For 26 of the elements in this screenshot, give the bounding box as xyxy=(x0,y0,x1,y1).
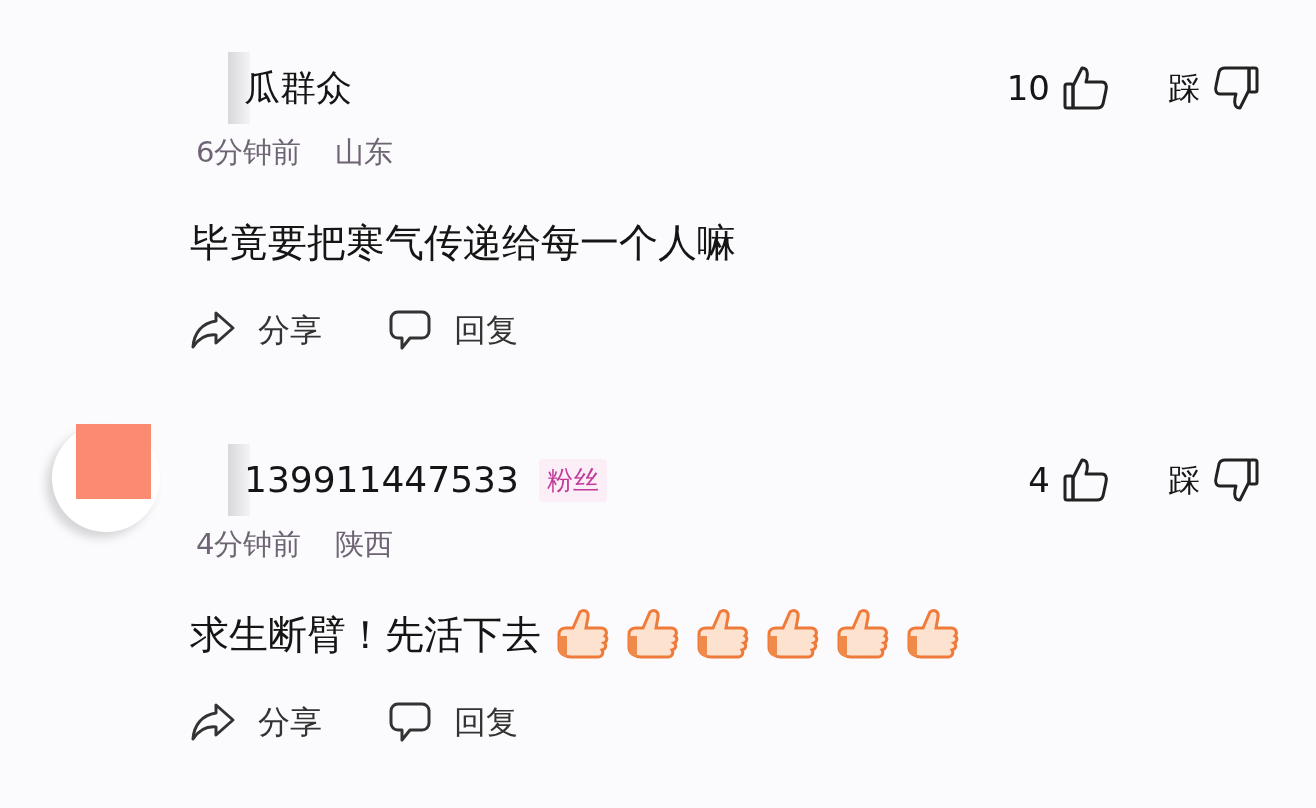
reply-button[interactable]: 回复 xyxy=(388,306,518,354)
username[interactable]: 139911447533 xyxy=(244,453,519,507)
thumbs-up-icon[interactable] xyxy=(1062,64,1110,112)
redaction-block xyxy=(228,444,250,516)
username[interactable]: 瓜群众 xyxy=(244,61,352,115)
comment-location: 陕西 xyxy=(335,526,394,564)
comment-location: 山东 xyxy=(335,134,394,172)
like-count: 4 xyxy=(1028,458,1050,502)
dislike-label[interactable]: 踩 xyxy=(1168,456,1200,504)
dislike-label[interactable]: 踩 xyxy=(1168,64,1200,112)
thumbs-down-icon[interactable] xyxy=(1212,456,1260,504)
share-icon[interactable] xyxy=(190,702,236,742)
comment-icon[interactable] xyxy=(388,701,432,743)
share-button[interactable]: 分享 xyxy=(190,698,322,746)
reply-button[interactable]: 回复 xyxy=(388,698,518,746)
like-count: 10 xyxy=(1006,66,1050,110)
fan-badge: 粉丝 xyxy=(538,458,607,502)
thumbs-down-icon[interactable] xyxy=(1212,64,1260,112)
comment-icon[interactable] xyxy=(388,309,432,351)
thumbs-up-icon[interactable] xyxy=(1062,456,1110,504)
share-button[interactable]: 分享 xyxy=(190,306,322,354)
comment-text: 毕竟要把寒气传递给每一个人嘛 xyxy=(190,218,736,267)
comment-time: 4分钟前 xyxy=(196,526,302,564)
share-icon[interactable] xyxy=(190,310,236,350)
comment-text: 求生断臂！先活下去 xyxy=(190,610,541,659)
comment-time: 6分钟前 xyxy=(196,134,302,172)
